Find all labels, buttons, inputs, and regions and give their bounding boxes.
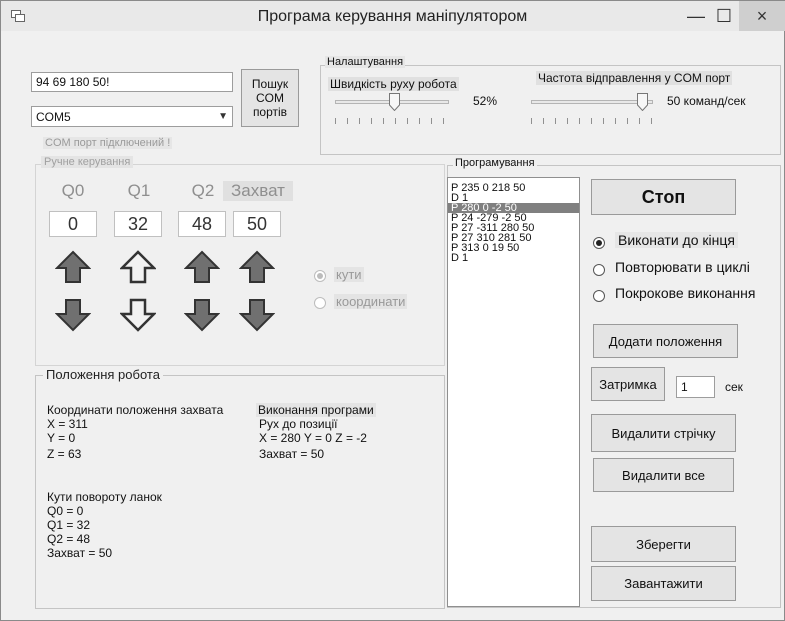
angle-q1: Q1 = 32 [47, 518, 91, 532]
frequency-slider-ticks [531, 118, 653, 124]
target-grip: Захват = 50 [259, 447, 325, 461]
connection-status: COM порт підключений ! [43, 137, 173, 149]
q1-value: 32 [114, 211, 162, 237]
target-coords: X = 280 Y = 0 Z = -2 [259, 431, 367, 445]
run-step-label: Покрокове виконання [615, 285, 756, 301]
move-to-label: Рух до позиції [259, 417, 338, 431]
coord-y: Y = 0 [47, 431, 76, 445]
close-button[interactable]: × [739, 1, 785, 31]
add-position-button[interactable]: Додати положення [593, 324, 738, 358]
joint-angles-title: Кути повороту ланок [47, 490, 162, 504]
window-title: Програма керування маніпулятором [257, 8, 528, 25]
manual-control-title: Ручне керування [41, 156, 134, 168]
q2-up-arrow-icon[interactable] [184, 250, 220, 284]
delay-unit: сек [725, 380, 743, 394]
grip-header: Захват [223, 181, 293, 201]
main-window: Програма керування маніпулятором — ☐ × 9… [0, 0, 785, 621]
program-listbox[interactable]: P 235 0 218 50 D 1P 280 0 -2 50 P 24 -279 … [447, 177, 580, 607]
frequency-slider-thumb[interactable] [637, 93, 648, 111]
port-select-value: COM5 [36, 109, 71, 124]
settings-group-title: Налаштування [325, 56, 406, 68]
title-bar[interactable]: Програма керування маніпулятором — ☐ × [1, 1, 785, 31]
command-field[interactable]: 94 69 180 50! [31, 72, 233, 92]
minimize-button[interactable]: — [681, 1, 711, 31]
angle-q0: Q0 = 0 [47, 504, 84, 518]
speed-slider-thumb[interactable] [389, 93, 401, 111]
speed-label: Швидкість руху робота [328, 77, 459, 91]
program-exec-title: Виконання програми [256, 403, 376, 417]
q0-value: 0 [49, 211, 97, 237]
delete-line-button[interactable]: Видалити стрічку [591, 414, 736, 452]
run-once-radio[interactable] [593, 237, 605, 249]
mode-coords-label: координати [334, 294, 408, 309]
port-select[interactable]: COM5 ▼ [31, 106, 233, 127]
grip-down-arrow-icon[interactable] [239, 298, 275, 332]
speed-slider-ticks [335, 118, 449, 124]
frequency-value: 50 команд/сек [667, 94, 746, 108]
coord-z: Z = 63 [47, 447, 82, 461]
programming-title: Програмування [453, 157, 537, 169]
search-com-ports-button[interactable]: Пошук COM портів [241, 69, 299, 127]
frequency-slider-track[interactable] [531, 100, 653, 104]
delay-button[interactable]: Затримка [591, 367, 665, 401]
maximize-button[interactable]: ☐ [709, 1, 739, 31]
q0-up-arrow-icon[interactable] [55, 250, 91, 284]
angle-q2: Q2 = 48 [47, 532, 91, 546]
run-once-label: Виконати до кінця [615, 232, 738, 248]
program-line[interactable]: D 1 [448, 253, 579, 264]
delay-input[interactable]: 1 [676, 376, 715, 398]
q0-down-arrow-icon[interactable] [55, 298, 91, 332]
q2-down-arrow-icon[interactable] [184, 298, 220, 332]
coord-x: X = 311 [47, 417, 88, 431]
run-loop-radio[interactable] [593, 264, 605, 276]
frequency-label: Частота відправлення у COM порт [536, 71, 733, 85]
run-loop-label: Повторювати в циклі [615, 259, 750, 275]
delete-all-button[interactable]: Видалити все [593, 458, 734, 492]
gripper-coords-title: Координати положення захвата [47, 403, 224, 417]
mode-coords-radio[interactable] [314, 297, 326, 309]
angle-grip: Захват = 50 [47, 546, 113, 560]
grip-up-arrow-icon[interactable] [239, 250, 275, 284]
speed-value: 52% [473, 94, 498, 108]
mode-angles-label: кути [334, 267, 364, 282]
run-step-radio[interactable] [593, 290, 605, 302]
mode-angles-radio[interactable] [314, 270, 326, 282]
chevron-down-icon: ▼ [218, 111, 228, 122]
q1-up-arrow-icon[interactable] [120, 250, 156, 284]
grip-value: 50 [233, 211, 281, 237]
stop-button[interactable]: Стоп [591, 179, 736, 215]
q2-header: Q2 [191, 181, 215, 200]
save-button[interactable]: Зберегти [591, 526, 736, 562]
load-button[interactable]: Завантажити [591, 566, 736, 601]
q0-header: Q0 [61, 181, 85, 200]
q2-value: 48 [178, 211, 226, 237]
q1-down-arrow-icon[interactable] [120, 298, 156, 332]
robot-position-title: Положення робота [43, 367, 163, 382]
q1-header: Q1 [127, 181, 151, 200]
